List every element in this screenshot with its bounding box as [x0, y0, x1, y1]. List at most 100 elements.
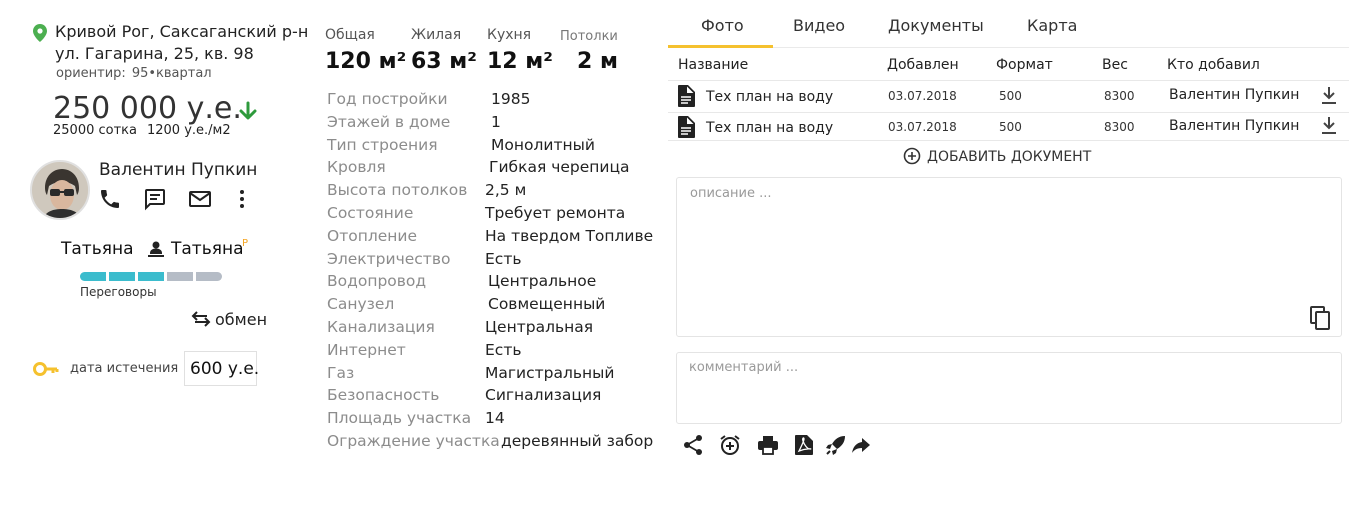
document-icon — [678, 116, 695, 138]
download-icon[interactable] — [1320, 86, 1338, 106]
landmark-label: ориентир: — [56, 66, 126, 81]
add-circle-icon — [903, 147, 921, 165]
property-value: Есть — [485, 340, 522, 359]
landmark: ориентир: 95•квартал — [56, 66, 212, 81]
property-value: Сигнализация — [485, 386, 602, 405]
avatar-image — [32, 162, 88, 218]
stat-label-kitchen: Кухня — [487, 27, 532, 43]
swap-icon — [191, 311, 211, 327]
tab-documents[interactable]: Документы — [888, 16, 984, 35]
property-value: Требует ремонта — [485, 204, 626, 222]
property-label: Кровля — [327, 158, 386, 177]
property-label: Состояние — [327, 204, 414, 222]
property-label: Этажей в доме — [327, 112, 451, 131]
column-header-added[interactable]: Добавлен — [887, 57, 959, 73]
property-value: Есть — [485, 249, 522, 268]
document-author: Валентин Пупкин — [1169, 118, 1300, 134]
document-added: 03.07.2018 — [888, 120, 957, 134]
property-label: Год постройки — [327, 90, 448, 108]
property-label: Газ — [327, 363, 355, 382]
progress-segment — [80, 272, 106, 281]
exchange-label: обмен — [215, 310, 268, 329]
print-icon[interactable] — [757, 434, 779, 456]
column-header-author[interactable]: Кто добавил — [1167, 57, 1260, 73]
tab-map[interactable]: Карта — [1027, 16, 1077, 35]
add-document-button[interactable]: ДОБАВИТЬ ДОКУМЕНТ — [903, 147, 1091, 165]
property-value: деревянный забор — [501, 432, 654, 450]
copy-icon[interactable] — [1309, 306, 1331, 330]
property-value: 1985 — [491, 90, 531, 108]
expiry-value[interactable]: 600 у.е. — [184, 351, 259, 386]
media-tabs: Фото Видео Документы Карта — [668, 8, 1349, 48]
progress-segment — [167, 272, 193, 281]
progress-segment — [109, 272, 135, 281]
description-textarea[interactable] — [676, 177, 1342, 337]
property-label: Ограждение участка — [327, 432, 500, 450]
document-name[interactable]: Тех план на воду — [706, 120, 833, 136]
client-name[interactable]: Татьяна — [61, 239, 133, 259]
property-label: Канализация — [327, 318, 435, 336]
property-value: Центральное — [488, 272, 597, 291]
deal-stage-label: Переговоры — [80, 285, 157, 299]
share-icon[interactable] — [682, 434, 704, 456]
property-label: Санузел — [327, 295, 395, 314]
more-vert-icon[interactable] — [230, 187, 254, 211]
tab-photo[interactable]: Фото — [701, 16, 744, 35]
document-icon — [678, 85, 695, 107]
agent-name: Валентин Пупкин — [99, 160, 258, 180]
property-label: Безопасность — [327, 386, 440, 405]
key-icon — [33, 362, 59, 376]
property-value: На твердом Топливе — [485, 226, 654, 245]
property-label: Отопление — [327, 226, 418, 245]
stat-value-total: 120 м² — [325, 49, 407, 74]
alarm-add-icon[interactable] — [719, 434, 741, 456]
column-header-format[interactable]: Формат — [996, 57, 1053, 73]
price-down-arrow-icon — [239, 101, 257, 120]
stat-label-living: Жилая — [411, 27, 462, 43]
price-breakdown: 25000 сотка 1200 у.е./м2 — [53, 123, 241, 138]
landmark-value: 95•квартал — [131, 66, 212, 81]
property-value: 14 — [485, 409, 505, 428]
price-per-m2: 1200 у.е./м2 — [146, 123, 231, 138]
property-value: Монолитный — [491, 135, 595, 154]
progress-segment — [196, 272, 222, 281]
expiry-label: дата истечения — [70, 361, 179, 376]
document-format: 500 — [999, 120, 1022, 134]
phone-icon[interactable] — [98, 187, 122, 211]
agent-avatar[interactable] — [30, 160, 90, 220]
document-name[interactable]: Тех план на воду — [706, 89, 833, 105]
price: 250 000 у.е. — [53, 91, 242, 126]
property-label: Площадь участка — [327, 409, 472, 428]
progress-segment — [138, 272, 164, 281]
address-line-2: ул. Гагарина, 25, кв. 98 — [55, 44, 254, 63]
price-per-sotka: 25000 сотка — [53, 123, 137, 138]
property-label: Тип строения — [327, 135, 438, 154]
property-label: Водопровод — [327, 272, 427, 291]
property-value: 1 — [491, 112, 501, 131]
stat-value-living: 63 м² — [411, 49, 477, 74]
column-header-size[interactable]: Вес — [1102, 57, 1128, 73]
table-divider — [668, 140, 1349, 141]
address-line-1: Кривой Рог, Саксаганский р-н — [55, 22, 309, 41]
document-size: 8300 — [1104, 120, 1135, 134]
property-label: Интернет — [327, 340, 406, 359]
column-header-name[interactable]: Название — [678, 57, 748, 73]
property-value: 2,5 м — [485, 181, 527, 200]
location-pin-icon — [33, 24, 47, 42]
table-divider — [668, 112, 1349, 113]
rocket-icon[interactable] — [825, 434, 847, 456]
stat-value-ceiling: 2 м — [577, 49, 618, 74]
sms-icon[interactable] — [143, 187, 167, 211]
mail-icon[interactable] — [188, 187, 212, 211]
comment-placeholder: комментарий ... — [689, 360, 799, 375]
pdf-icon[interactable] — [793, 434, 815, 456]
add-document-label: ДОБАВИТЬ ДОКУМЕНТ — [927, 149, 1092, 165]
forward-icon[interactable] — [850, 434, 872, 456]
owner-name[interactable]: Татьяна — [171, 239, 243, 259]
property-value: Центральная — [485, 318, 594, 336]
property-value: Гибкая черепица — [489, 158, 630, 177]
property-label: Высота потолков — [327, 181, 468, 200]
deal-progress-bar — [80, 272, 222, 281]
tab-video[interactable]: Видео — [793, 16, 845, 35]
download-icon[interactable] — [1320, 116, 1338, 136]
